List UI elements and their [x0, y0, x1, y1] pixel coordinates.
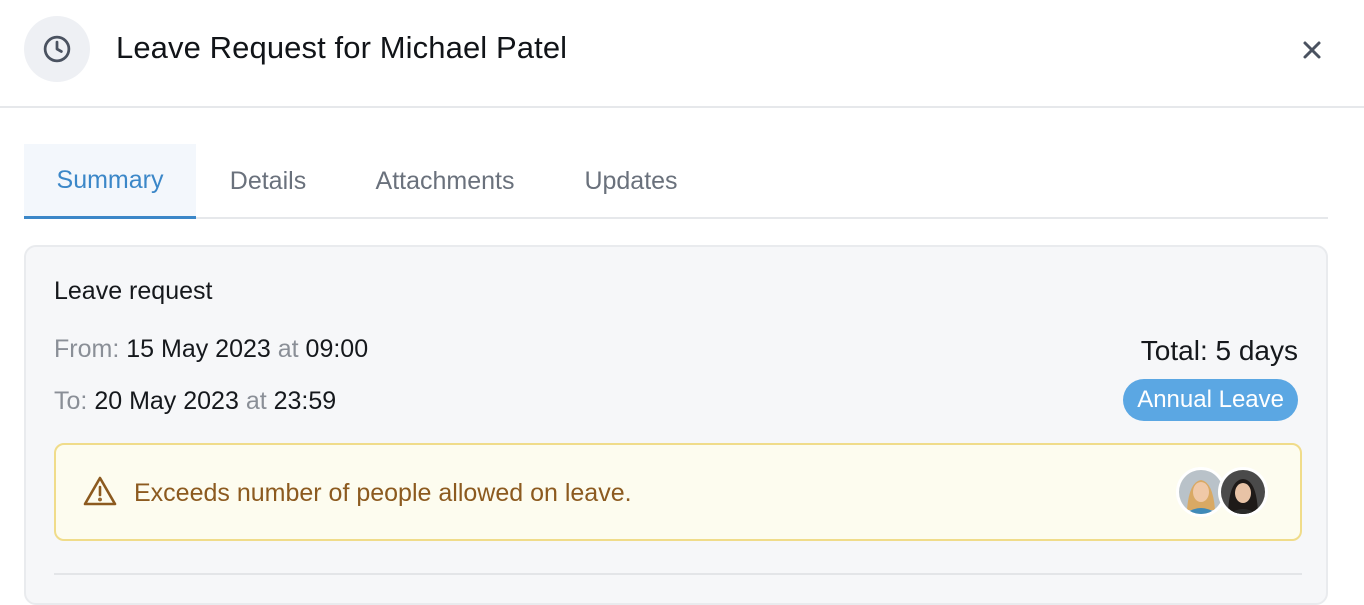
- tab-bar: Summary Details Attachments Updates: [24, 144, 1328, 219]
- from-at: at: [277, 335, 299, 363]
- divider: [54, 573, 1302, 575]
- total-days: Total: 5 days: [1140, 335, 1298, 366]
- clock-icon: [24, 16, 90, 82]
- to-at: at: [245, 387, 267, 415]
- leave-type-badge: Annual Leave: [1123, 379, 1298, 421]
- leave-request-card: Leave request From: 15 May 2023 at 09:00…: [24, 245, 1328, 605]
- to-line: To: 20 May 2023 at 23:59: [54, 387, 336, 416]
- close-icon: [1303, 41, 1321, 59]
- avatar-group: [1176, 467, 1272, 517]
- from-line: From: 15 May 2023 at 09:00: [54, 335, 368, 364]
- tab-details[interactable]: Details: [196, 144, 340, 219]
- employee-name: Michael Patel: [379, 30, 568, 65]
- to-time: 23:59: [273, 387, 337, 415]
- to-date: 20 May 2023: [94, 387, 239, 415]
- close-button[interactable]: [1296, 34, 1328, 66]
- title-prefix: Leave Request for: [116, 30, 380, 65]
- from-time: 09:00: [305, 335, 369, 363]
- card-title: Leave request: [54, 277, 213, 305]
- from-label: From:: [54, 335, 120, 363]
- modal-header: Leave Request for Michael Patel: [0, 0, 1364, 108]
- avatar[interactable]: [1218, 467, 1268, 517]
- warning-triangle-icon: [83, 476, 117, 506]
- warning-banner: Exceeds number of people allowed on leav…: [54, 443, 1302, 541]
- from-date: 15 May 2023: [126, 335, 271, 363]
- tab-summary[interactable]: Summary: [24, 144, 196, 219]
- warning-text: Exceeds number of people allowed on leav…: [134, 479, 632, 507]
- tab-attachments[interactable]: Attachments: [340, 144, 550, 219]
- to-label: To:: [54, 387, 88, 415]
- page-title: Leave Request for Michael Patel: [116, 30, 567, 66]
- tab-updates[interactable]: Updates: [550, 144, 712, 219]
